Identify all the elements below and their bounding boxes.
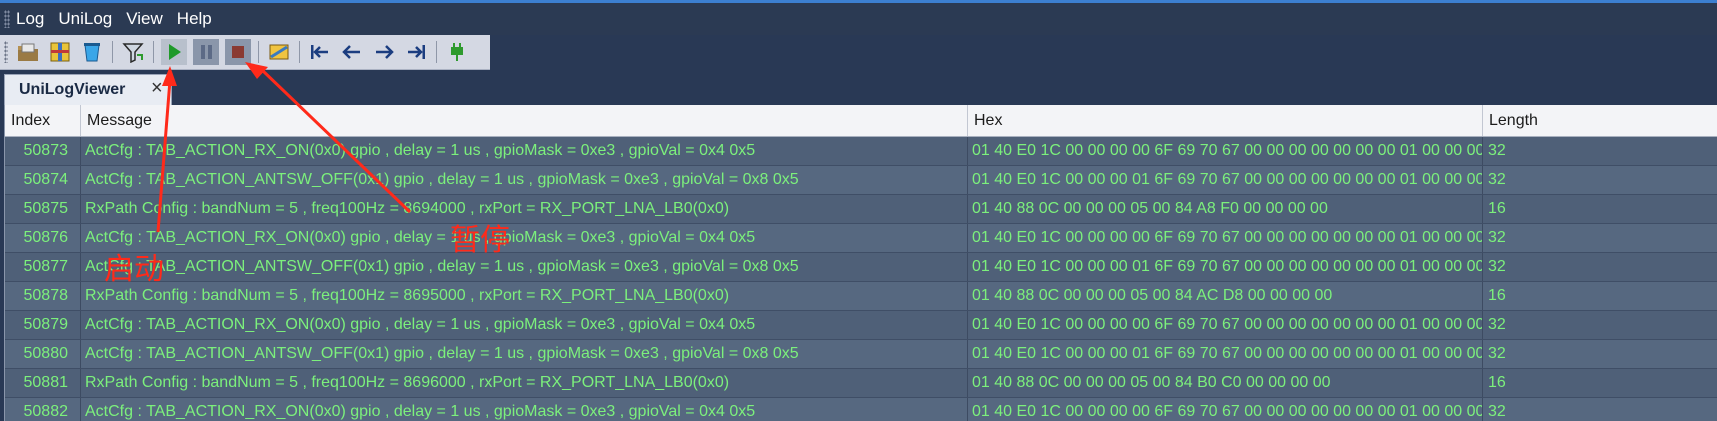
- annotation-arrows: [156, 62, 412, 233]
- start-annotation: 启动: [104, 252, 164, 287]
- pause-arrow: [245, 62, 412, 214]
- start-arrow: [156, 66, 177, 233]
- pause-annotation: 暂停: [450, 223, 510, 258]
